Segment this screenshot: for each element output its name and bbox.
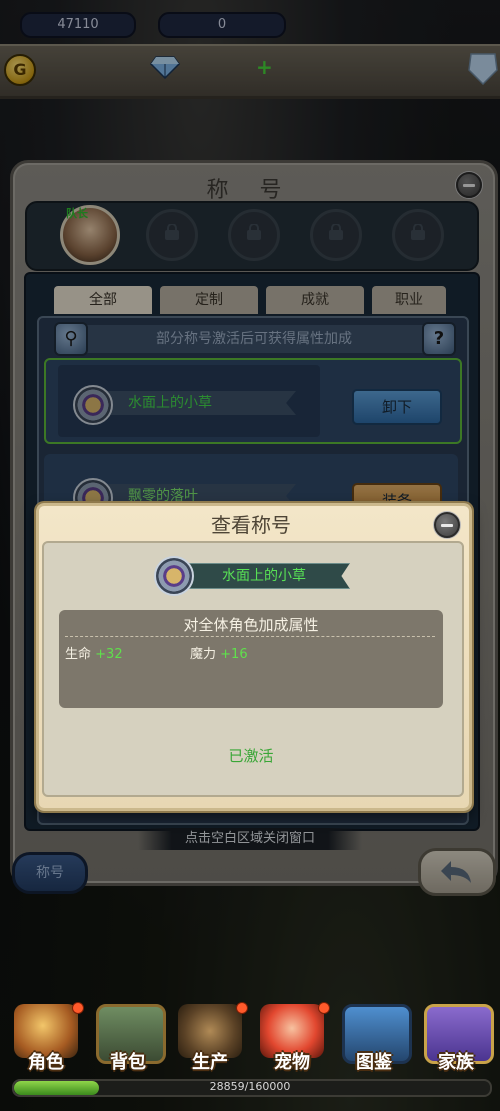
nav-label: 家族 xyxy=(438,1052,474,1073)
nav-label: 背包 xyxy=(110,1052,146,1073)
nav-family[interactable]: 家族 xyxy=(420,1000,494,1076)
nav-label: 角色 xyxy=(28,1052,64,1073)
notification-dot xyxy=(318,1002,330,1014)
nav-label: 生产 xyxy=(192,1052,228,1073)
notification-dot xyxy=(72,1002,84,1014)
title-emblem-icon xyxy=(154,556,194,596)
attribute-label: 生命 xyxy=(65,647,92,662)
nav-label: 宠物 xyxy=(274,1052,310,1073)
divider xyxy=(65,636,435,637)
modal-close-button[interactable] xyxy=(434,512,460,538)
nav-bag[interactable]: 背包 xyxy=(92,1000,166,1076)
nav-character[interactable]: 角色 xyxy=(10,1000,84,1076)
attribute-hp: 生命 +32 xyxy=(65,643,123,662)
modal-title: 查看称号 xyxy=(211,513,291,537)
attribute-label: 魔力 xyxy=(190,647,217,662)
attribute-header: 对全体角色加成属性 xyxy=(183,616,319,634)
nav-production[interactable]: 生产 xyxy=(174,1000,248,1076)
modal-title-name: 水面上的小草 xyxy=(178,563,350,589)
attribute-value: +32 xyxy=(95,647,123,662)
attribute-mp: 魔力 +16 xyxy=(190,643,248,662)
nav-label: 图鉴 xyxy=(356,1052,392,1073)
activation-status: 已激活 xyxy=(228,747,274,765)
attribute-value: +16 xyxy=(220,647,248,662)
nav-pet[interactable]: 宠物 xyxy=(256,1000,330,1076)
xp-text: 28859/160000 xyxy=(209,1080,291,1093)
nav-codex[interactable]: 图鉴 xyxy=(338,1000,412,1076)
notification-dot xyxy=(236,1002,248,1014)
